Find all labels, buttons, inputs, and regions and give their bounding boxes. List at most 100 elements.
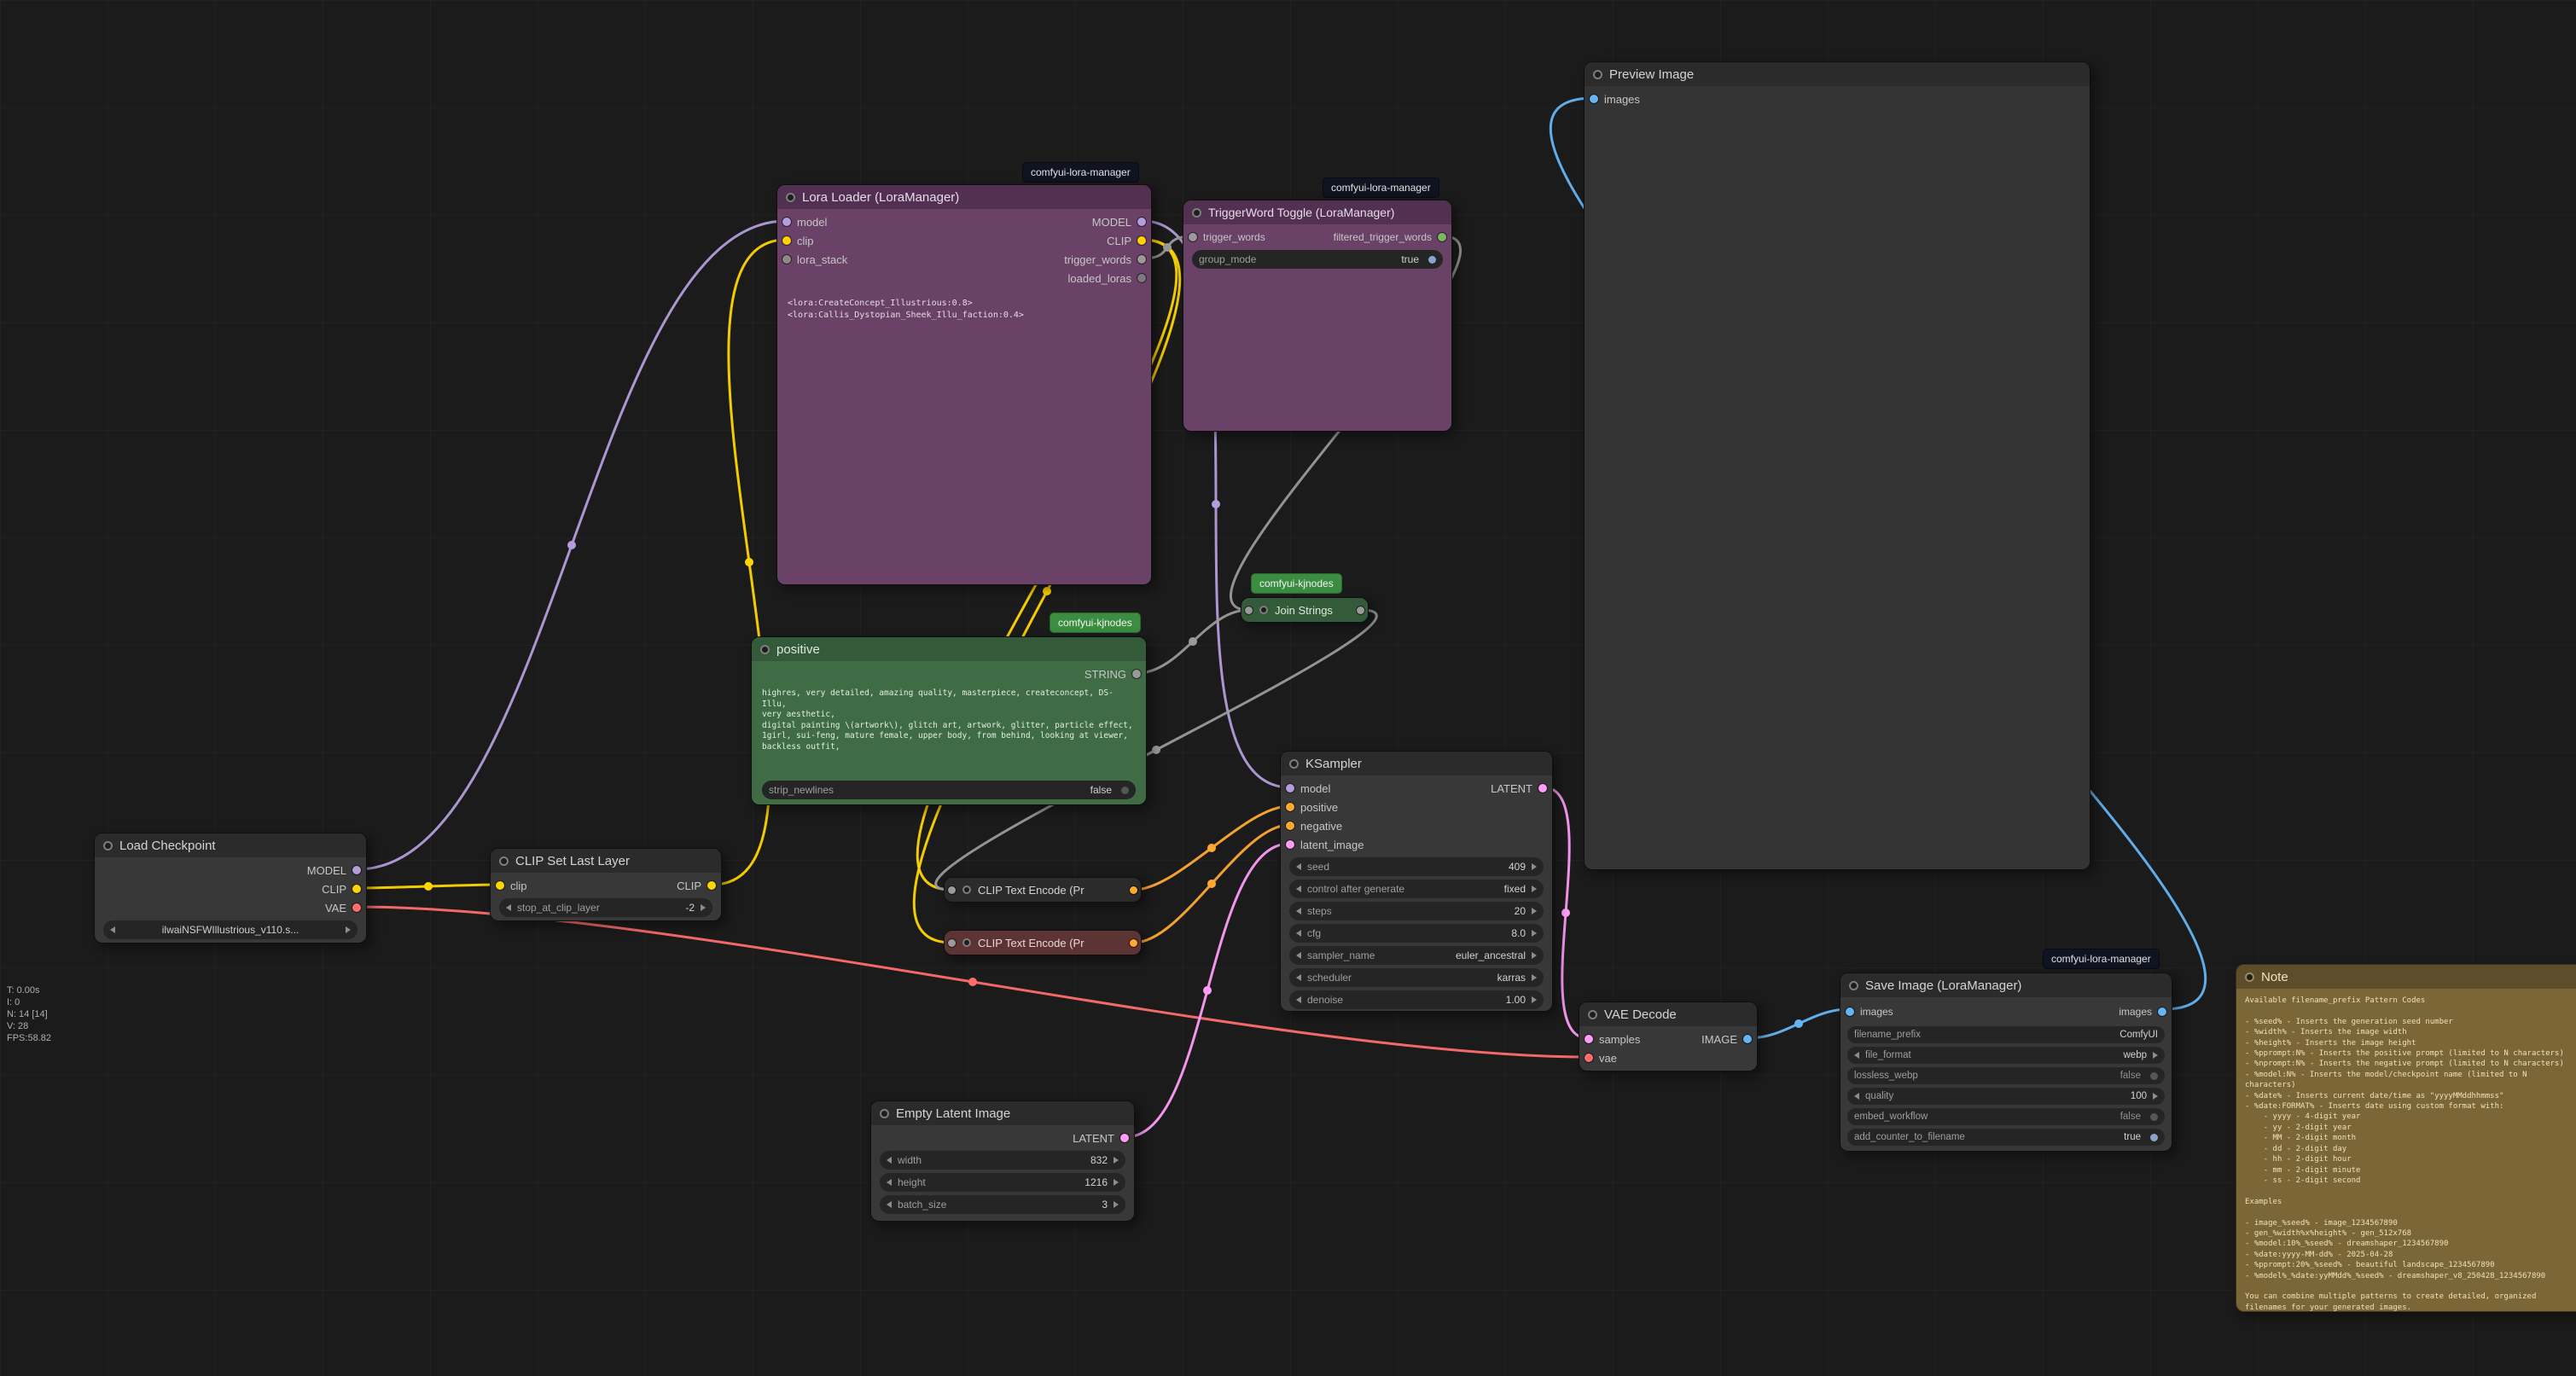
collapse-dot-icon[interactable] bbox=[880, 1109, 889, 1118]
node-titlebar[interactable]: Preview Image bbox=[1585, 62, 2090, 86]
input-slot-samples[interactable]: samples bbox=[1579, 1030, 1640, 1048]
decrement-arrow-icon[interactable] bbox=[1296, 930, 1301, 937]
node-clip-text-encode-negative[interactable]: CLIP Text Encode (Pr bbox=[944, 930, 1142, 955]
input-slot-model[interactable]: model bbox=[1281, 779, 1330, 798]
decrement-arrow-icon[interactable] bbox=[887, 1179, 892, 1186]
increment-arrow-icon[interactable] bbox=[1114, 1179, 1119, 1186]
slot-dot[interactable] bbox=[1846, 1007, 1854, 1016]
node-ksampler[interactable]: KSampler model LATENT positive negative bbox=[1280, 751, 1553, 1012]
node-titlebar[interactable]: TriggerWord Toggle (LoraManager) bbox=[1183, 200, 1451, 224]
input-slot-negative[interactable]: negative bbox=[1281, 816, 1342, 835]
height-widget[interactable]: height 1216 bbox=[880, 1173, 1125, 1192]
node-vae-decode[interactable]: VAE Decode samples IMAGE vae bbox=[1579, 1002, 1758, 1071]
collapse-dot-icon[interactable] bbox=[760, 645, 770, 654]
node-clip-text-encode-positive[interactable]: CLIP Text Encode (Pr bbox=[944, 877, 1142, 903]
slot-dot[interactable] bbox=[1137, 218, 1146, 226]
node-preview-image[interactable]: Preview Image images bbox=[1584, 61, 2090, 870]
slot-dot[interactable] bbox=[1137, 274, 1146, 282]
slot-dot[interactable] bbox=[352, 885, 361, 893]
decrement-arrow-icon[interactable] bbox=[1296, 908, 1301, 914]
output-slot-filtered-trigger-words[interactable]: filtered_trigger_words bbox=[1334, 228, 1451, 247]
file-format-widget[interactable]: file_format webp bbox=[1847, 1047, 2165, 1064]
slot-dot[interactable] bbox=[1286, 822, 1294, 830]
input-slot-images[interactable]: images bbox=[1840, 1001, 1893, 1023]
toggle-knob-icon[interactable] bbox=[2150, 1113, 2158, 1121]
input-slot-lora-stack[interactable]: lora_stack bbox=[777, 250, 847, 269]
collapsed-input-dot[interactable] bbox=[1245, 607, 1253, 614]
node-note[interactable]: Note Available filename_prefix Pattern C… bbox=[2236, 964, 2576, 1312]
output-slot-latent[interactable]: LATENT bbox=[1491, 779, 1552, 798]
slot-dot[interactable] bbox=[1132, 670, 1141, 678]
node-save-image[interactable]: Save Image (LoraManager) images images f… bbox=[1840, 972, 2172, 1152]
output-slot-images[interactable]: images bbox=[2119, 1001, 2172, 1023]
slot-dot[interactable] bbox=[707, 881, 716, 890]
slot-dot[interactable] bbox=[1286, 803, 1294, 811]
slot-dot[interactable] bbox=[352, 903, 361, 912]
seed-widget[interactable]: seed 409 bbox=[1289, 857, 1544, 876]
increment-arrow-icon[interactable] bbox=[1532, 996, 1537, 1003]
toggle-knob-icon[interactable] bbox=[2150, 1072, 2158, 1080]
input-slot-clip[interactable]: clip bbox=[777, 231, 814, 250]
slot-dot[interactable] bbox=[1137, 236, 1146, 245]
lossless-webp-toggle[interactable]: lossless_webp false bbox=[1847, 1067, 2165, 1084]
increment-arrow-icon[interactable] bbox=[1114, 1201, 1119, 1208]
node-lora-loader[interactable]: Lora Loader (LoraManager) model MODEL cl… bbox=[776, 184, 1152, 585]
output-slot-model[interactable]: MODEL bbox=[307, 861, 366, 880]
collapsed-output-dot[interactable] bbox=[1130, 939, 1137, 947]
node-titlebar[interactable]: VAE Decode bbox=[1579, 1002, 1757, 1026]
slot-dot[interactable] bbox=[352, 866, 361, 874]
node-join-strings[interactable]: Join Strings bbox=[1241, 597, 1369, 623]
collapse-dot-icon[interactable] bbox=[1849, 981, 1858, 990]
node-triggerword-toggle[interactable]: TriggerWord Toggle (LoraManager) trigger… bbox=[1183, 200, 1452, 432]
output-slot-clip[interactable]: CLIP bbox=[1107, 231, 1151, 250]
output-slot-trigger-words[interactable]: trigger_words bbox=[1064, 250, 1151, 269]
node-clip-set-last-layer[interactable]: CLIP Set Last Layer clip CLIP stop_at_cl… bbox=[490, 848, 722, 921]
decrement-arrow-icon[interactable] bbox=[887, 1201, 892, 1208]
node-titlebar[interactable]: Load Checkpoint bbox=[95, 833, 366, 857]
collapsed-output-dot[interactable] bbox=[1357, 607, 1364, 614]
steps-widget[interactable]: steps 20 bbox=[1289, 902, 1544, 920]
collapse-dot-icon[interactable] bbox=[1593, 70, 1602, 79]
decrement-arrow-icon[interactable] bbox=[506, 904, 511, 911]
prompt-textarea[interactable]: highres, very detailed, amazing quality,… bbox=[762, 688, 1136, 752]
sampler-name-widget[interactable]: sampler_name euler_ancestral bbox=[1289, 946, 1544, 965]
node-titlebar[interactable]: Lora Loader (LoraManager) bbox=[777, 185, 1151, 209]
increment-arrow-icon[interactable] bbox=[2153, 1093, 2158, 1100]
input-slot-trigger-words[interactable]: trigger_words bbox=[1183, 228, 1265, 247]
input-slot-latent-image[interactable]: latent_image bbox=[1281, 835, 1364, 854]
increment-arrow-icon[interactable] bbox=[2153, 1052, 2158, 1059]
strip-newlines-toggle[interactable]: strip_newlines false bbox=[762, 781, 1136, 799]
collapse-dot-icon[interactable] bbox=[962, 938, 971, 947]
slot-dot[interactable] bbox=[1538, 784, 1547, 793]
node-titlebar[interactable]: CLIP Text Encode (Pr bbox=[945, 878, 1141, 902]
node-titlebar[interactable]: Empty Latent Image bbox=[871, 1101, 1134, 1125]
input-slot-positive[interactable]: positive bbox=[1281, 798, 1338, 816]
decrement-arrow-icon[interactable] bbox=[1296, 996, 1301, 1003]
increment-arrow-icon[interactable] bbox=[1114, 1157, 1119, 1164]
toggle-knob-icon[interactable] bbox=[1428, 256, 1436, 264]
slot-dot[interactable] bbox=[1286, 840, 1294, 849]
decrement-arrow-icon[interactable] bbox=[110, 926, 115, 933]
slot-dot[interactable] bbox=[496, 881, 504, 890]
increment-arrow-icon[interactable] bbox=[1532, 952, 1537, 959]
output-slot-image[interactable]: IMAGE bbox=[1701, 1030, 1757, 1048]
stop-at-clip-layer-widget[interactable]: stop_at_clip_layer -2 bbox=[499, 898, 712, 917]
slot-dot[interactable] bbox=[1585, 1035, 1593, 1043]
input-slot-vae[interactable]: vae bbox=[1579, 1048, 1617, 1067]
group-mode-toggle[interactable]: group_mode true bbox=[1192, 250, 1443, 269]
decrement-arrow-icon[interactable] bbox=[1854, 1052, 1859, 1059]
collapse-dot-icon[interactable] bbox=[962, 885, 971, 894]
output-slot-string[interactable]: STRING bbox=[1084, 665, 1146, 683]
collapse-dot-icon[interactable] bbox=[1192, 208, 1201, 218]
node-empty-latent-image[interactable]: Empty Latent Image LATENT width 832 heig… bbox=[870, 1100, 1135, 1222]
slot-dot[interactable] bbox=[1590, 95, 1598, 103]
collapse-dot-icon[interactable] bbox=[1289, 759, 1299, 769]
input-slot-clip[interactable]: clip bbox=[491, 876, 527, 895]
decrement-arrow-icon[interactable] bbox=[1854, 1093, 1859, 1100]
node-load-checkpoint[interactable]: Load Checkpoint MODEL CLIP VAE ilwaiNSFW… bbox=[94, 833, 367, 943]
increment-arrow-icon[interactable] bbox=[1532, 930, 1537, 937]
output-slot-vae[interactable]: VAE bbox=[325, 898, 366, 917]
embed-workflow-toggle[interactable]: embed_workflow false bbox=[1847, 1108, 2165, 1125]
node-titlebar[interactable]: Note bbox=[2236, 965, 2576, 989]
node-titlebar[interactable]: CLIP Set Last Layer bbox=[491, 849, 721, 873]
